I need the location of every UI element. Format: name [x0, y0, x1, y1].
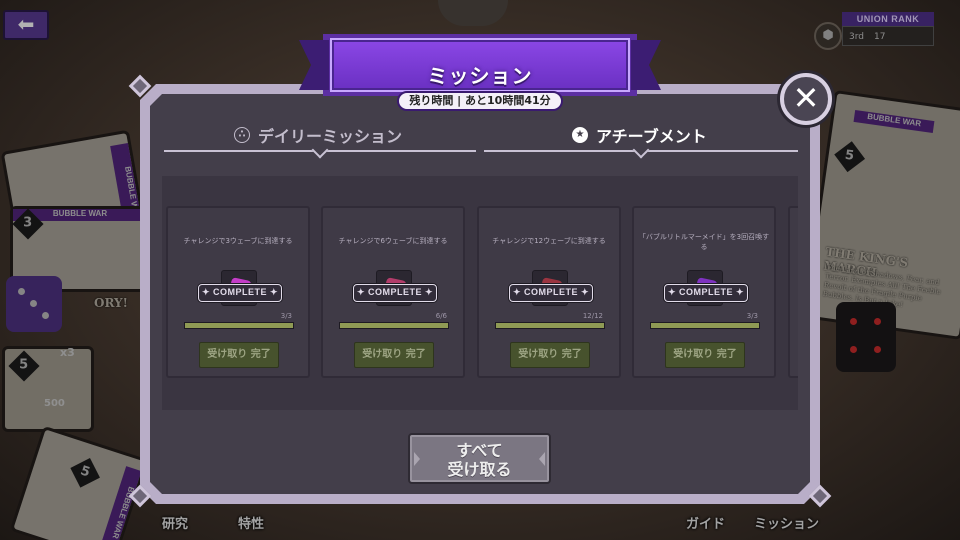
- card-number: 5: [834, 141, 866, 173]
- mission-description: チャレンジで6ウェーブに到達する: [338, 237, 448, 245]
- tab-divider: [164, 141, 476, 159]
- mission-description: チャレンジで3ウェーブに到達する: [183, 237, 293, 245]
- mission-card-partial: [788, 206, 798, 378]
- union-rank-label: UNION RANK: [842, 12, 934, 26]
- card-number: 5: [8, 350, 40, 382]
- mission-card: 「バブルリトルマーメイド」を3回召喚する ✦ COMPLETE ✦ 3/3 受け…: [632, 206, 776, 378]
- tab-label: デイリーミッション: [258, 127, 403, 146]
- nav-mission[interactable]: ミッション: [754, 513, 819, 532]
- progress-fill: [340, 323, 448, 328]
- receive-all-button[interactable]: すべて 受け取る: [408, 433, 551, 484]
- progress-fill: [185, 323, 293, 328]
- union-rank-value: 3rd: [849, 32, 864, 42]
- mission-description: 「バブルリトルマーメイド」を3回召喚する: [638, 233, 770, 251]
- progress-count: 6/6: [435, 312, 447, 320]
- union-rank-panel[interactable]: UNION RANK 3rd 17: [842, 12, 934, 50]
- complete-badge: ✦ COMPLETE ✦: [664, 284, 748, 302]
- claim-button[interactable]: 受け取り 完了: [354, 342, 434, 368]
- tab-divider: [484, 141, 798, 159]
- receive-all-label-line2: 受け取る: [447, 460, 512, 479]
- card-number: 5: [70, 458, 100, 488]
- tab-label: アチーブメント: [596, 127, 707, 146]
- progress-bar: [650, 322, 760, 329]
- card-label: BUBBLE WAR: [853, 110, 935, 134]
- star-circle-icon: ★: [572, 127, 588, 143]
- mission-card: チャレンジで3ウェーブに到達する ✦ COMPLETE ✦ 3/3 受け取り 完…: [166, 206, 310, 378]
- card-count: x3: [60, 346, 75, 359]
- complete-badge: ✦ COMPLETE ✦: [353, 284, 437, 302]
- mission-card: チャレンジで12ウェーブに到達する ✦ COMPLETE ✦ 12/12 受け取…: [477, 206, 621, 378]
- claim-button[interactable]: 受け取り 完了: [199, 342, 279, 368]
- complete-badge: ✦ COMPLETE ✦: [198, 284, 282, 302]
- mission-description: チャレンジで12ウェーブに到達する: [492, 237, 606, 245]
- progress-fill: [496, 323, 604, 328]
- dice-icon: [836, 302, 896, 372]
- dice-icon: [6, 276, 62, 332]
- progress-bar: [495, 322, 605, 329]
- progress-count: 3/3: [746, 312, 758, 320]
- remaining-time: 残り時間 | あと10時間41分: [397, 91, 563, 111]
- mission-card: チャレンジで6ウェーブに到達する ✦ COMPLETE ✦ 6/6 受け取り 完…: [321, 206, 465, 378]
- claim-button[interactable]: 受け取り 完了: [665, 342, 745, 368]
- nav-research[interactable]: 研究: [162, 513, 188, 532]
- progress-bar: [184, 322, 294, 329]
- hex-badge-icon: ⬢: [814, 22, 842, 50]
- three-dots-circle-icon: ∴: [234, 127, 250, 143]
- progress-bar: [339, 322, 449, 329]
- progress-count: 3/3: [280, 312, 292, 320]
- back-button[interactable]: ⬅: [3, 10, 49, 40]
- modal-title: ミッション: [427, 64, 533, 88]
- progress-fill: [651, 323, 759, 328]
- receive-all-label-line1: すべて: [456, 441, 503, 460]
- card-cost: 500: [44, 398, 65, 409]
- board-text-story: ORY!: [94, 296, 128, 310]
- complete-badge: ✦ COMPLETE ✦: [509, 284, 593, 302]
- claim-button[interactable]: 受け取り 完了: [510, 342, 590, 368]
- board-card: BUBBLE WAR 5: [9, 425, 149, 540]
- arrow-left-icon: ⬅: [17, 12, 35, 36]
- mission-list[interactable]: チャレンジで3ウェーブに到達する ✦ COMPLETE ✦ 3/3 受け取り 完…: [162, 176, 798, 410]
- union-rank-points: 17: [873, 32, 886, 42]
- nav-traits[interactable]: 特性: [238, 513, 264, 532]
- close-button[interactable]: ✕: [780, 73, 832, 125]
- board-pawn: [438, 0, 508, 26]
- board-card: 5: [2, 346, 94, 432]
- progress-count: 12/12: [582, 312, 603, 320]
- close-icon: ✕: [792, 79, 820, 117]
- nav-guide[interactable]: ガイド: [686, 513, 725, 532]
